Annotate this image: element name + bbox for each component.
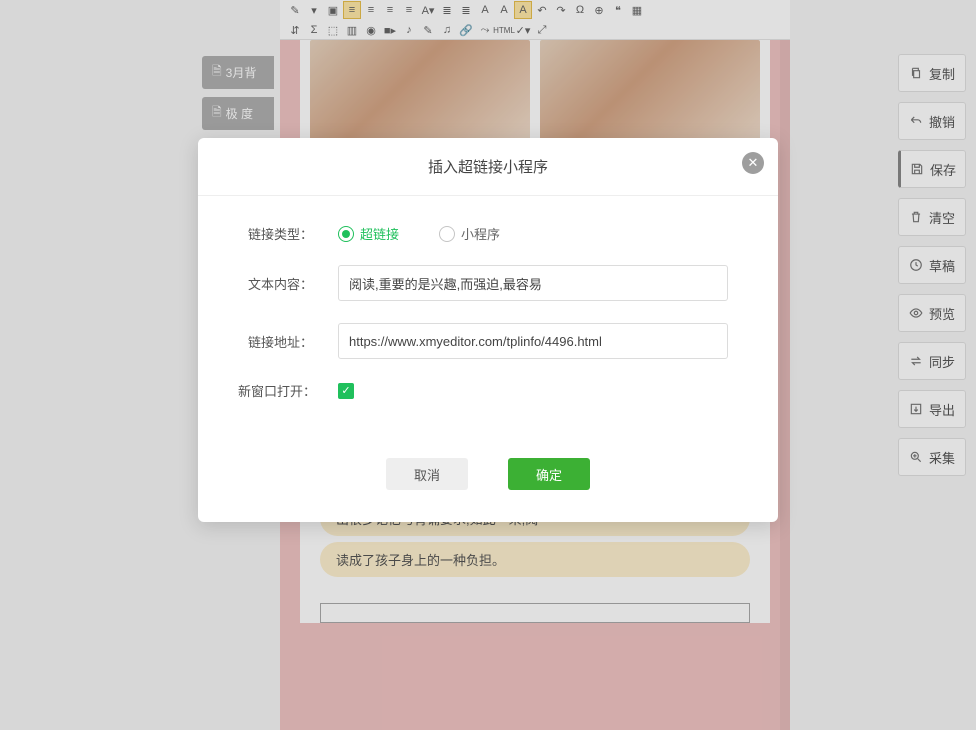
text-content-label: 文本内容：	[248, 274, 338, 293]
link-addr-label: 链接地址：	[248, 332, 338, 351]
radio-hyperlink[interactable]: 超链接	[338, 224, 399, 243]
cancel-button[interactable]: 取消	[386, 458, 468, 490]
radio-dot-icon	[439, 226, 455, 242]
text-content-input[interactable]	[338, 265, 728, 301]
radio-miniapp[interactable]: 小程序	[439, 224, 500, 243]
link-addr-input[interactable]	[338, 323, 728, 359]
modal-title: 插入超链接小程序	[198, 138, 778, 196]
radio-label: 超链接	[360, 224, 399, 243]
insert-link-modal: 插入超链接小程序 ✕ 链接类型： 超链接 小程序 文本内容：	[198, 138, 778, 522]
new-window-checkbox[interactable]: ✓	[338, 383, 354, 399]
radio-label: 小程序	[461, 224, 500, 243]
radio-dot-icon	[338, 226, 354, 242]
modal-overlay[interactable]: 插入超链接小程序 ✕ 链接类型： 超链接 小程序 文本内容：	[0, 0, 976, 730]
new-window-label: 新窗口打开：	[238, 381, 338, 400]
close-icon[interactable]: ✕	[742, 152, 764, 174]
link-type-label: 链接类型：	[248, 224, 338, 243]
ok-button[interactable]: 确定	[508, 458, 590, 490]
